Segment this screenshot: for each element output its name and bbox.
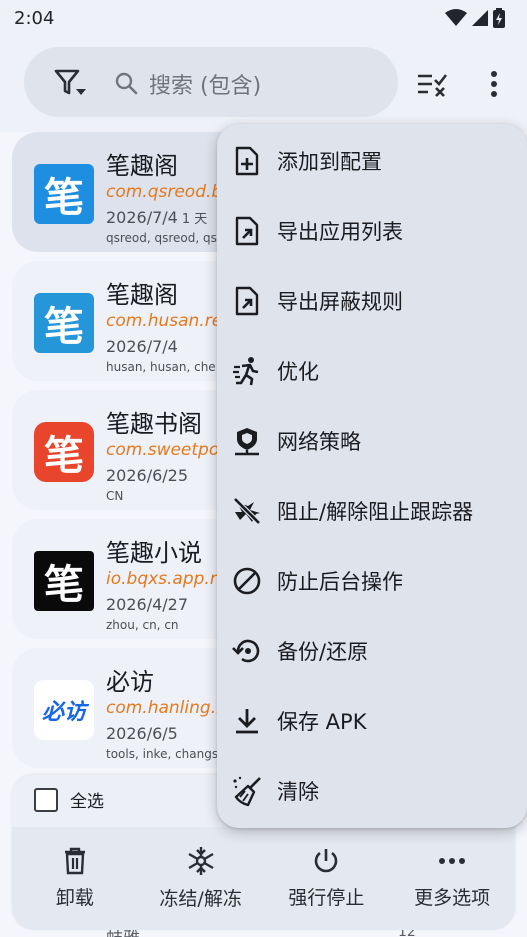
app-name: 笔趣书阁 [106, 410, 202, 438]
menu-item-clear[interactable]: 清除 [217, 756, 527, 826]
freeze-label: 冻结/解冻 [159, 888, 242, 910]
app-package: com.hanling.b [106, 698, 227, 718]
block-icon [231, 565, 263, 597]
app-icon-glyph: 笔 [44, 432, 84, 479]
export-file-icon [231, 215, 263, 247]
app-package: com.qsreod.b [106, 182, 223, 202]
overflow-menu-button[interactable] [474, 64, 514, 104]
app-package: com.husan.re [106, 311, 223, 331]
force-stop-button[interactable]: 强行停止 [264, 827, 390, 930]
app-date: 2026/6/5 [106, 724, 178, 743]
app-tags: CN [106, 489, 124, 503]
filter-icon[interactable] [52, 67, 88, 99]
restore-icon [231, 635, 263, 667]
app-date: 2026/6/25 [106, 466, 189, 485]
search-input[interactable]: 搜索 (包含) [149, 68, 261, 100]
menu-item-label: 导出应用列表 [277, 220, 403, 244]
app-package: com.sweetpot [106, 440, 226, 460]
app-icon-glyph: 笔 [44, 561, 84, 608]
menu-item-label: 添加到配置 [277, 150, 382, 174]
app-icon: 必访 [34, 680, 94, 740]
menu-item-label: 保存 APK [277, 710, 367, 734]
app-date: 2026/7/4 [106, 337, 178, 356]
app-icon-glyph: 笔 [44, 303, 84, 350]
app-icon-glyph: 笔 [44, 174, 84, 221]
select-all-row[interactable]: 全选 [34, 787, 104, 812]
snowflake-icon [188, 847, 214, 875]
app-icon-glyph: 必访 [41, 700, 86, 725]
app-name: 笔趣小说 [106, 539, 202, 567]
app-tags: tools, inke, changs [106, 747, 219, 761]
app-name: 笔趣阁 [106, 281, 178, 309]
app-date-extra: 1 天 [181, 212, 208, 227]
status-bar: 2:04 [0, 0, 527, 36]
menu-item-export-app-list[interactable]: 导出应用列表 [217, 196, 527, 266]
app-date: 2026/4/27 [106, 595, 189, 614]
menu-item-label: 阻止/解除阻止跟踪器 [277, 500, 474, 524]
select-all-checkbox[interactable] [34, 787, 58, 812]
top-bar: 搜索 (包含) [0, 36, 527, 132]
search-bar[interactable]: 搜索 (包含) [24, 47, 398, 117]
status-icons [445, 8, 505, 28]
menu-item-optimize[interactable]: 优化 [217, 336, 527, 406]
signal-icon [472, 10, 488, 26]
menu-item-label: 防止后台操作 [277, 570, 403, 594]
search-icon [115, 72, 138, 95]
more-options-label: 更多选项 [414, 887, 491, 909]
battery-icon [493, 8, 505, 28]
wifi-icon [445, 9, 467, 26]
app-name: 笔趣阁 [106, 152, 178, 180]
checklist-icon [418, 74, 448, 97]
batch-action-bar: 卸载 冻结/解冻 强行停止 更多选项 [12, 827, 515, 930]
app-icon: 笔 [34, 551, 94, 611]
running-icon [231, 355, 263, 387]
app-tags: zhou, cn, cn [106, 618, 179, 632]
power-icon [315, 849, 338, 873]
tracker-off-icon [231, 495, 263, 527]
menu-item-label: 备份/还原 [277, 640, 369, 664]
freeze-button[interactable]: 冻结/解冻 [138, 827, 264, 930]
status-time: 2:04 [14, 7, 55, 29]
more-vert-icon [491, 71, 497, 97]
app-icon: 笔 [34, 164, 94, 224]
menu-item-block-trackers[interactable]: 阻止/解除阻止跟踪器 [217, 476, 527, 546]
app-icon: 笔 [34, 293, 94, 353]
app-date-value: 2026/7/4 [106, 208, 178, 227]
select-all-label: 全选 [70, 792, 104, 812]
overflow-menu: 添加到配置 导出应用列表 导出屏蔽规则 优化 网络策略 阻止/解除阻止跟踪器 防… [217, 124, 527, 828]
menu-item-label: 优化 [277, 360, 319, 384]
menu-item-prevent-background[interactable]: 防止后台操作 [217, 546, 527, 616]
app-package: io.bqxs.app.re [106, 569, 228, 589]
menu-item-network-policy[interactable]: 网络策略 [217, 406, 527, 476]
add-file-icon [231, 145, 263, 177]
app-name: 必访 [106, 668, 154, 696]
trash-icon [64, 847, 85, 875]
menu-item-label: 清除 [277, 780, 319, 804]
more-horiz-icon [439, 858, 466, 864]
app-date: 2026/7/4 1 天 [106, 208, 207, 227]
menu-item-save-apk[interactable]: 保存 APK [217, 686, 527, 756]
uninstall-button[interactable]: 卸载 [12, 827, 138, 930]
download-icon [231, 705, 263, 737]
batch-select-button[interactable] [412, 64, 452, 104]
menu-item-backup-restore[interactable]: 备份/还原 [217, 616, 527, 686]
uninstall-label: 卸载 [55, 887, 94, 909]
export-file-icon [231, 285, 263, 317]
more-options-button[interactable]: 更多选项 [389, 827, 515, 930]
app-tags: qsreod, qsreod, qs [106, 231, 217, 245]
app-tags: husan, husan, che [106, 360, 216, 374]
menu-item-add-to-profile[interactable]: 添加到配置 [217, 126, 527, 196]
broom-icon [231, 775, 263, 807]
force-stop-label: 强行停止 [288, 887, 365, 909]
menu-item-export-block-rules[interactable]: 导出屏蔽规则 [217, 266, 527, 336]
menu-item-label: 网络策略 [277, 430, 361, 454]
app-icon: 笔 [34, 422, 94, 482]
menu-item-label: 导出屏蔽规则 [277, 290, 403, 314]
network-shield-icon [231, 425, 263, 457]
